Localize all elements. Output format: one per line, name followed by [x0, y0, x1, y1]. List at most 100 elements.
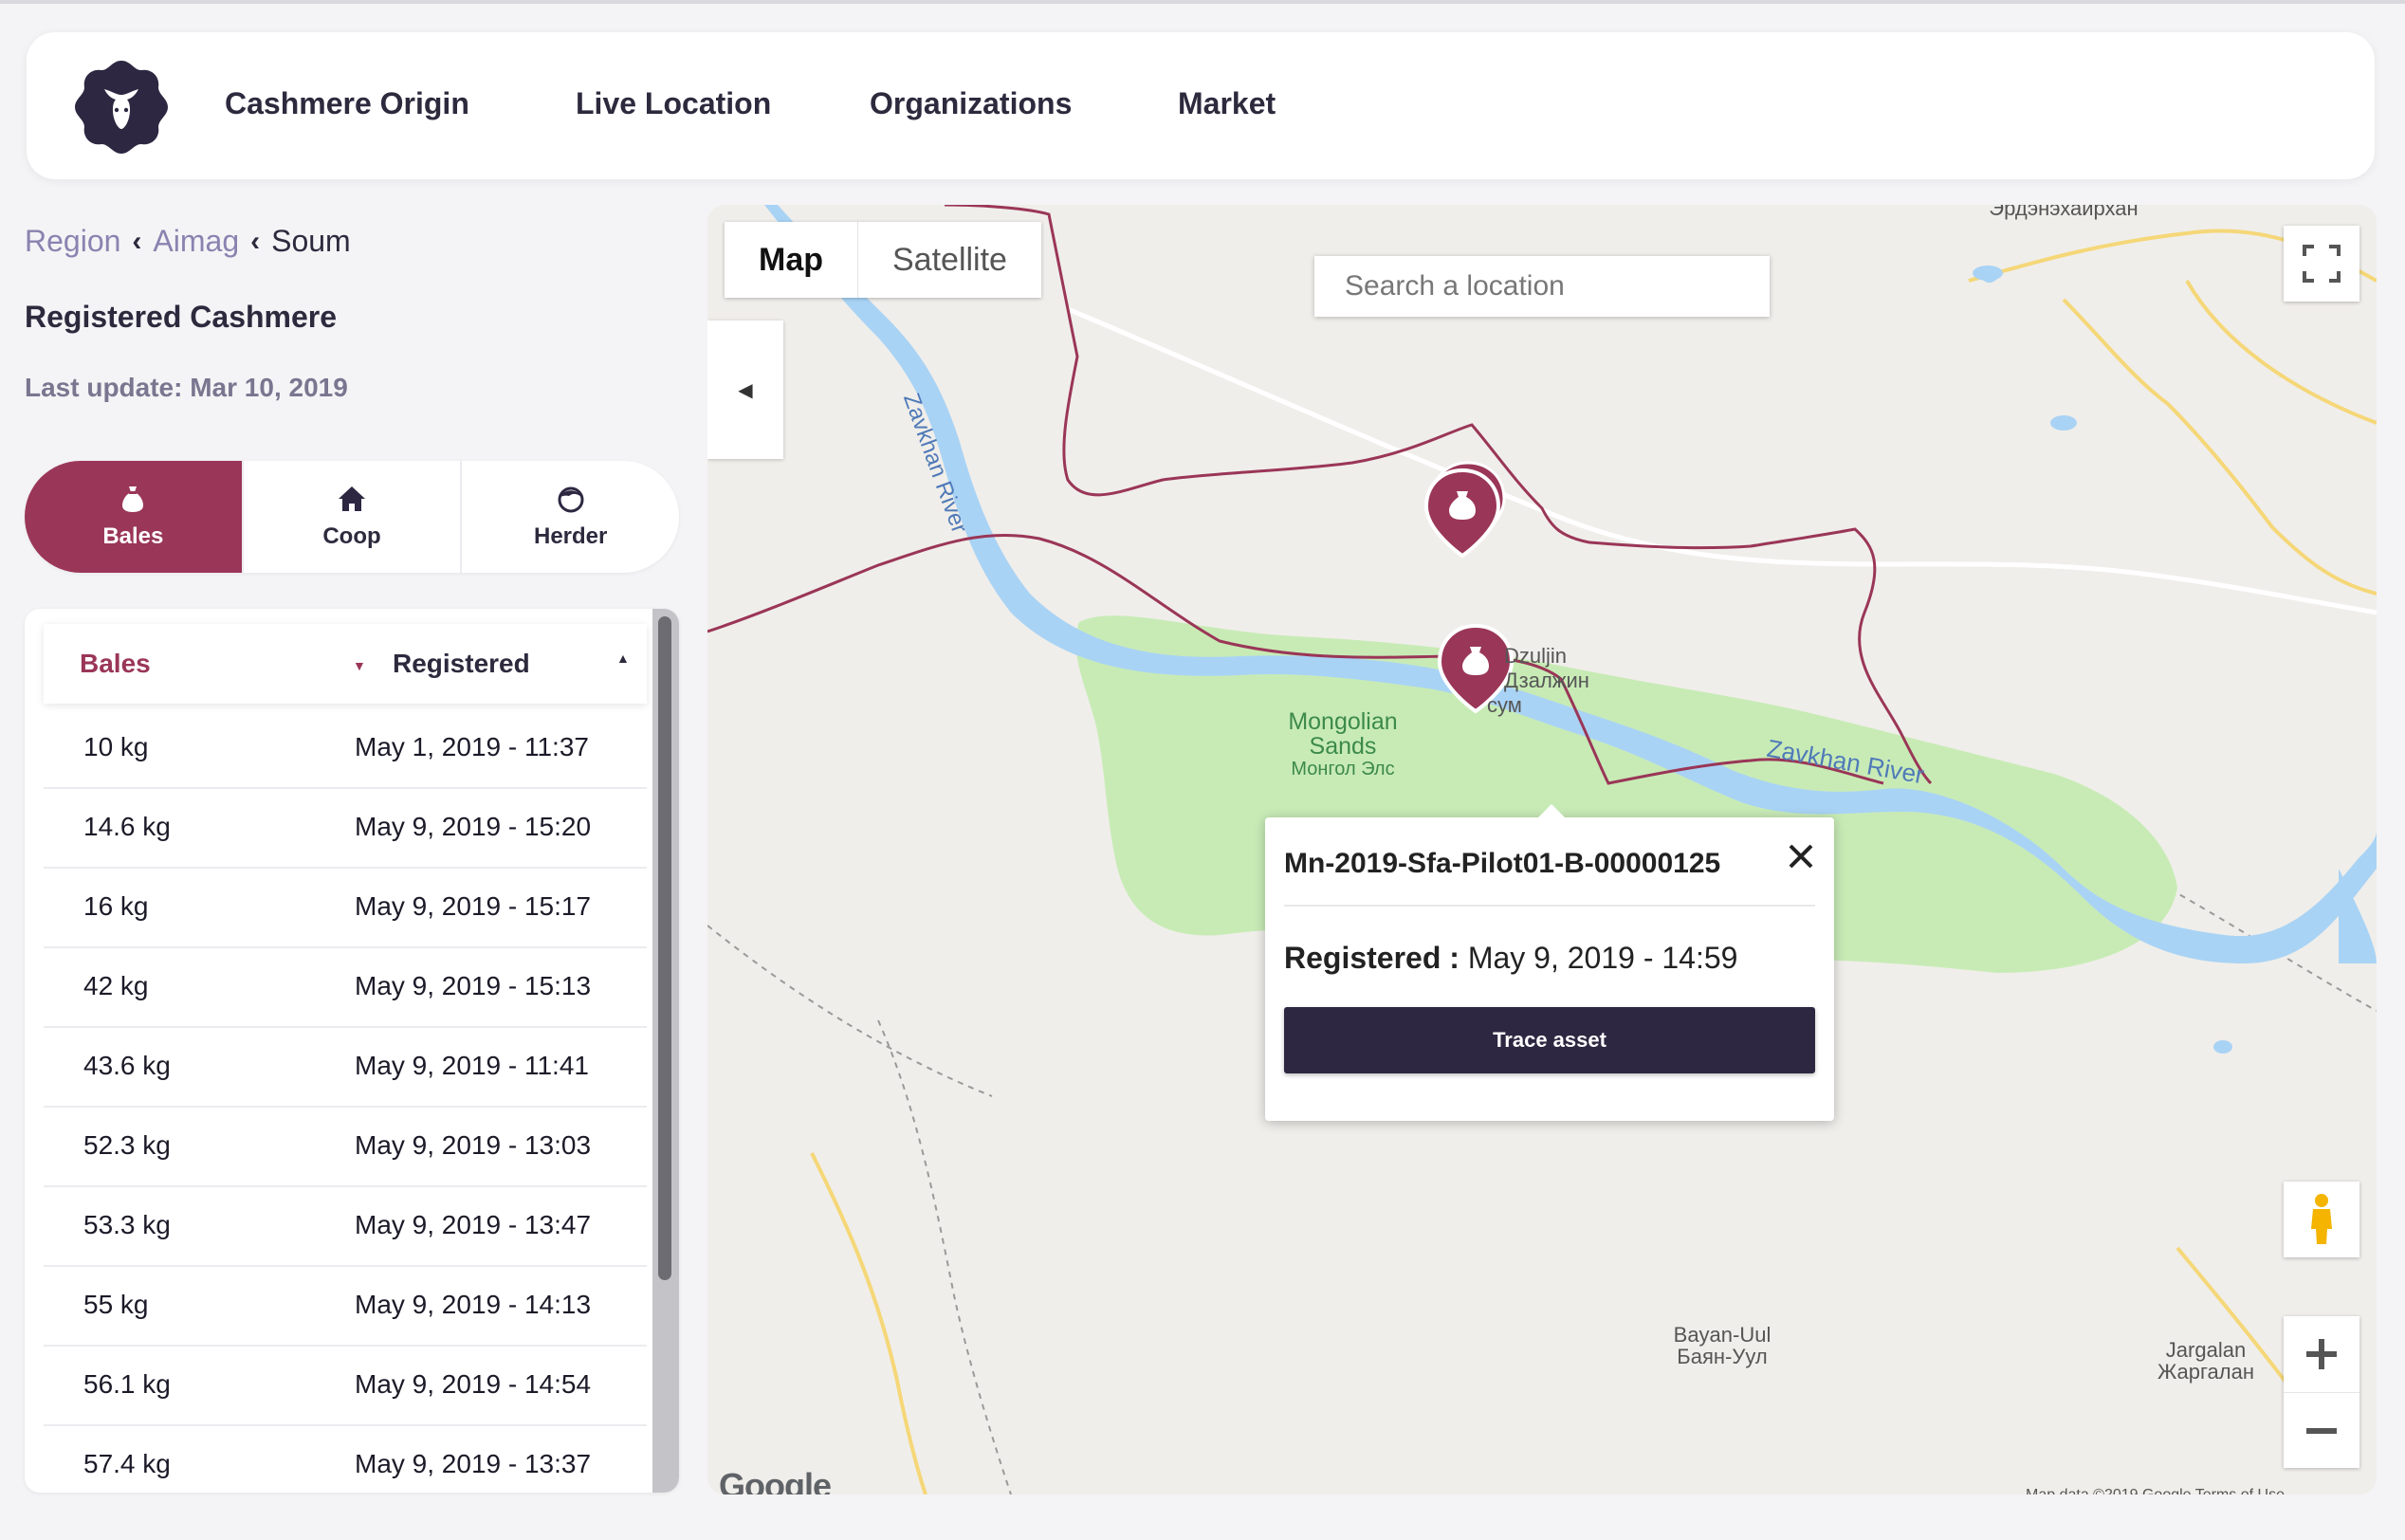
collapse-panel-button[interactable]: ◀ [707, 321, 783, 459]
plus-icon [2306, 1339, 2337, 1369]
tab-bales[interactable]: Bales [25, 461, 244, 573]
nav-organizations[interactable]: Organizations [870, 86, 1072, 121]
cell-weight: 55 kg [83, 1290, 149, 1319]
zoom-in-button[interactable] [2284, 1316, 2359, 1393]
cell-registered: May 9, 2019 - 13:37 [355, 1449, 592, 1478]
popup-registered: Registered : May 9, 2019 - 14:59 [1284, 941, 1737, 976]
table-row[interactable]: 55 kg May 9, 2019 - 14:13 [44, 1267, 647, 1347]
window-top-border [0, 0, 2405, 4]
tab-label: Bales [102, 523, 164, 549]
caret-left-icon: ◀ [738, 379, 753, 401]
chevron-left-icon: ‹ [132, 225, 142, 257]
goat-icon[interactable] [71, 57, 172, 157]
chevron-left-icon: ‹ [250, 225, 261, 257]
table-row[interactable]: 42 kg May 9, 2019 - 15:13 [44, 948, 647, 1028]
street-view-button[interactable] [2284, 1182, 2359, 1257]
cell-weight: 14.6 kg [83, 812, 171, 841]
table-row[interactable]: 56.1 kg May 9, 2019 - 14:54 [44, 1347, 647, 1426]
cell-registered: May 9, 2019 - 15:17 [355, 891, 592, 921]
search-location-input[interactable] [1314, 256, 1770, 317]
map-label-jargalan: Jargalan Жаргалан [2130, 1339, 2282, 1383]
table-row[interactable]: 57.4 kg May 9, 2019 - 13:37 [44, 1426, 647, 1493]
popup-tail [1538, 804, 1565, 817]
map-label-text: Bayan-Uul [1673, 1323, 1772, 1347]
map-label-town-sum: сум [1487, 693, 1522, 717]
cell-registered: May 9, 2019 - 13:03 [355, 1130, 592, 1160]
tab-label: Herder [533, 523, 608, 549]
close-icon[interactable] [1785, 840, 1817, 872]
nav-live-location[interactable]: Live Location [576, 86, 771, 121]
panel-title: Registered Cashmere [25, 300, 338, 334]
tab-herder[interactable]: Herder [462, 461, 679, 573]
table-row[interactable]: 43.6 kg May 9, 2019 - 11:41 [44, 1028, 647, 1108]
column-header-bales[interactable]: Bales [80, 649, 151, 679]
cell-registered: May 9, 2019 - 15:13 [355, 971, 592, 1000]
map-view[interactable]: Zavkhan River Zavkhan River Mongolian Sa… [707, 205, 2377, 1494]
scrollbar-thumb[interactable] [658, 616, 671, 1280]
breadcrumb: Region ‹ Aimag ‹ Soum [25, 224, 351, 259]
cell-registered: May 1, 2019 - 11:37 [355, 732, 589, 761]
map-label-text: Баян-Уул [1677, 1345, 1768, 1369]
cell-weight: 10 kg [83, 732, 149, 761]
cell-registered: May 9, 2019 - 14:13 [355, 1290, 592, 1319]
popup-registered-label: Registered : [1284, 941, 1460, 975]
breadcrumb-soum: Soum [271, 224, 351, 258]
table-header: Bales ▼ Registered ▲ [44, 624, 647, 704]
popup-divider [1284, 905, 1815, 907]
person-icon [558, 486, 584, 513]
map-label-town-mn: Дзалжин [1504, 669, 1589, 692]
map-type-map-button[interactable]: Map [725, 222, 858, 298]
table-row[interactable]: 16 kg May 9, 2019 - 15:17 [44, 869, 647, 948]
cell-registered: May 9, 2019 - 11:41 [355, 1051, 589, 1080]
map-label-town: Dzuljin [1504, 645, 1618, 667]
map-label-sands: Mongolian Sands Монгол Элс [1276, 709, 1409, 779]
map-label-top: Эрдэнэхайрхан [1989, 205, 2139, 220]
popup-asset-id: Mn-2019-Sfa-Pilot01-B-00000125 [1284, 848, 1721, 879]
nav-cashmere-origin[interactable]: Cashmere Origin [225, 86, 469, 121]
google-logo: Google [719, 1466, 832, 1494]
cell-weight: 52.3 kg [83, 1130, 171, 1160]
breadcrumb-aimag[interactable]: Aimag [153, 224, 239, 259]
asset-type-tabs: Bales Coop Herder [25, 461, 679, 573]
popup-registered-value: May 9, 2019 - 14:59 [1467, 941, 1738, 975]
asset-info-popup: Mn-2019-Sfa-Pilot01-B-00000125 Registere… [1265, 804, 1834, 1121]
map-label-text: Jargalan [2165, 1338, 2247, 1362]
top-navbar: Cashmere Origin Live Location Organizati… [27, 32, 2375, 179]
column-header-registered[interactable]: Registered [393, 649, 530, 679]
map-label-text: Жаргалан [2157, 1360, 2255, 1384]
zoom-out-button[interactable] [2284, 1393, 2359, 1469]
breadcrumb-region[interactable]: Region [25, 224, 120, 259]
cell-weight: 56.1 kg [83, 1369, 171, 1399]
zoom-control [2284, 1316, 2359, 1468]
map-label-text: Mongolian [1288, 708, 1398, 735]
table-row[interactable]: 53.3 kg May 9, 2019 - 13:47 [44, 1187, 647, 1267]
table-row[interactable]: 14.6 kg May 9, 2019 - 15:20 [44, 789, 647, 869]
map-marker[interactable] [1423, 461, 1506, 559]
map-label-text: Dzuljin [1504, 644, 1568, 668]
fullscreen-icon [2303, 245, 2341, 283]
cell-weight: 43.6 kg [83, 1051, 171, 1080]
tab-coop[interactable]: Coop [244, 461, 463, 573]
table-row[interactable]: 52.3 kg May 9, 2019 - 13:03 [44, 1108, 647, 1187]
sort-down-icon[interactable]: ▼ [353, 658, 366, 673]
fullscreen-button[interactable] [2284, 226, 2359, 302]
map-label-text: Sands [1309, 733, 1377, 761]
minus-icon [2306, 1428, 2337, 1434]
trace-asset-button[interactable]: Trace asset [1284, 1007, 1815, 1073]
table-row[interactable]: 10 kg May 1, 2019 - 11:37 [44, 709, 647, 789]
cell-weight: 53.3 kg [83, 1210, 171, 1239]
cell-registered: May 9, 2019 - 14:54 [355, 1369, 592, 1399]
pegman-icon [2311, 1194, 2332, 1244]
table-body: 10 kg May 1, 2019 - 11:37 14.6 kg May 9, 2… [44, 709, 647, 1493]
map-type-satellite-button[interactable]: Satellite [858, 222, 1041, 298]
home-icon [339, 486, 365, 511]
map-terms[interactable]: Map data ©2019 Google Terms of Use [2026, 1487, 2285, 1494]
sort-up-icon[interactable]: ▲ [616, 651, 630, 666]
map-label-bayan-uul: Bayan-Uul Баян-Уул [1646, 1324, 1798, 1367]
cell-weight: 16 kg [83, 891, 149, 921]
last-update-text: Last update: Mar 10, 2019 [25, 373, 348, 402]
cell-weight: 57.4 kg [83, 1449, 171, 1478]
cell-weight: 42 kg [83, 971, 149, 1000]
nav-market[interactable]: Market [1178, 86, 1276, 121]
bales-table: Bales ▼ Registered ▲ 10 kg May 1, 2019 - … [25, 609, 679, 1493]
